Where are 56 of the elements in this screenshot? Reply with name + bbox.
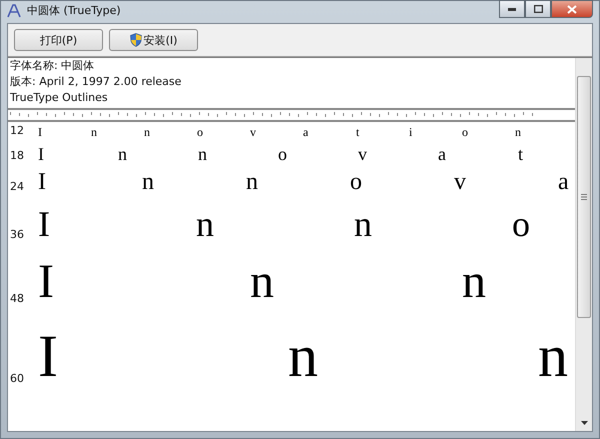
sample-glyph: n xyxy=(288,326,319,386)
sample-glyph: o xyxy=(512,206,531,242)
sample-glyph: n xyxy=(246,170,259,194)
sample-glyph: n xyxy=(538,326,569,386)
sample-glyph: n xyxy=(142,170,155,194)
grip-icon xyxy=(581,194,587,200)
sample-glyph: i xyxy=(409,126,414,138)
sample-glyph: n xyxy=(144,126,151,138)
sample-glyph: I xyxy=(38,145,45,163)
sample-glyph: o xyxy=(350,170,363,194)
sample-glyph: v xyxy=(358,145,368,163)
scrollbar-thumb[interactable] xyxy=(577,76,591,318)
sample-glyph: I xyxy=(38,326,59,386)
font-info-text: 字体名称: 中圆体 xyxy=(9,58,96,74)
maximize-icon xyxy=(534,5,542,13)
size-label: 48 xyxy=(10,292,24,305)
minimize-icon xyxy=(508,8,516,10)
sample-glyph: t xyxy=(356,126,360,138)
size-label: 18 xyxy=(10,149,24,162)
size-label: 36 xyxy=(10,228,24,241)
sample-glyph: n xyxy=(250,258,275,306)
sample-glyph: I xyxy=(38,170,47,194)
minimize-button[interactable] xyxy=(499,0,525,18)
sample-glyph: n xyxy=(462,258,487,306)
sample-glyph: n xyxy=(91,126,98,138)
sample-glyph: n xyxy=(118,145,128,163)
sample-glyph: o xyxy=(197,126,204,138)
window-title: 中圆体 (TrueType) xyxy=(27,3,121,19)
sample-glyph: n xyxy=(515,126,522,138)
sample-glyph: n xyxy=(354,206,373,242)
sample-glyph: a xyxy=(303,126,310,138)
print-button[interactable]: 打印(P) xyxy=(14,29,103,51)
sample-glyph: v xyxy=(250,126,257,138)
sample-glyph: o xyxy=(278,145,288,163)
size-label: 60 xyxy=(10,372,24,385)
sample-glyph: I xyxy=(38,126,43,138)
close-button[interactable] xyxy=(551,0,593,18)
install-button[interactable]: 安装(I) xyxy=(109,29,198,51)
size-label: 24 xyxy=(10,180,24,193)
maximize-button[interactable] xyxy=(525,0,551,18)
sample-glyph: n xyxy=(196,206,215,242)
font-info-text: TrueType Outlines xyxy=(9,90,109,106)
sample-glyph: o xyxy=(462,126,469,138)
close-icon xyxy=(567,4,577,14)
sample-glyph: v xyxy=(454,170,467,194)
size-label: 12 xyxy=(10,124,24,137)
sample-glyph: t xyxy=(518,145,524,163)
font-info-text: 版本: April 2, 1997 2.00 release xyxy=(9,74,182,90)
sample-glyph: n xyxy=(198,145,208,163)
sample-glyph: a xyxy=(438,145,447,163)
down-arrow-icon xyxy=(580,421,588,425)
sample-glyph: I xyxy=(38,206,51,242)
font-icon xyxy=(7,4,21,18)
shield-icon xyxy=(130,33,142,47)
sample-glyph: I xyxy=(38,258,55,306)
sample-glyph: a xyxy=(558,170,570,194)
